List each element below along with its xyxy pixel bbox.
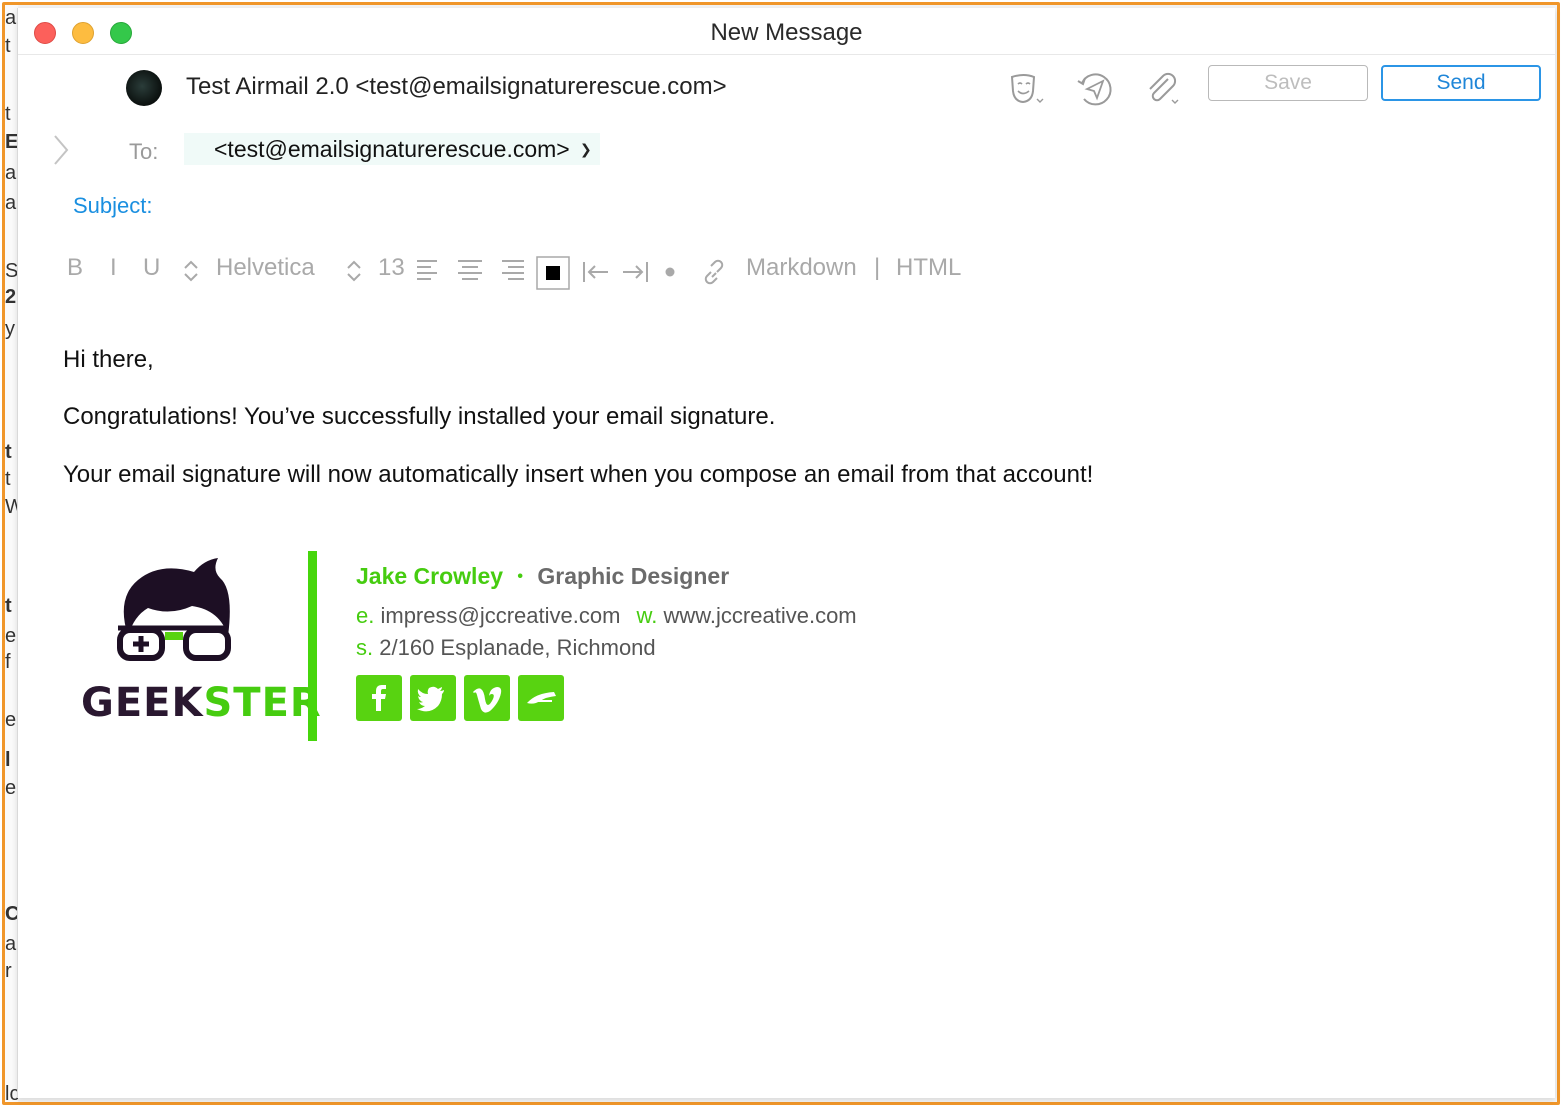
save-button[interactable]: Save [1208, 65, 1368, 101]
masks-icon[interactable] [1006, 69, 1046, 109]
html-toggle[interactable]: HTML [896, 254, 961, 282]
size-stepper-icon[interactable] [344, 258, 364, 284]
facebook-icon[interactable] [356, 675, 402, 721]
to-label: To: [129, 139, 159, 164]
from-account[interactable]: Test Airmail 2.0 <test@emailsignatureres… [186, 73, 727, 101]
signature-name-line: Jake Crowley • Graphic Designer [356, 563, 729, 590]
title-bar[interactable]: New Message [18, 8, 1555, 55]
chevron-down-icon[interactable]: ❯ [580, 133, 592, 165]
align-left-icon[interactable] [415, 258, 441, 282]
account-avatar[interactable] [126, 70, 162, 106]
signature-divider [308, 551, 317, 741]
underline-button[interactable]: U [143, 254, 160, 282]
send-later-icon[interactable] [1074, 69, 1114, 109]
signature-role: Graphic Designer [537, 563, 730, 589]
markdown-toggle[interactable]: Markdown [746, 254, 857, 282]
bullet-list-icon[interactable] [663, 265, 677, 279]
email-icon[interactable] [518, 675, 564, 721]
font-size-select[interactable]: 13 [378, 254, 405, 282]
signature-address: 2/160 Esplanade, Richmond [379, 635, 656, 660]
align-center-icon[interactable] [456, 258, 484, 282]
from-row: Test Airmail 2.0 <test@emailsignatureres… [18, 63, 1555, 121]
recipient-address: <test@emailsignaturerescue.com> [214, 136, 570, 162]
outdent-icon[interactable] [582, 260, 610, 284]
message-line[interactable]: Your email signature will now automatica… [63, 461, 1093, 489]
twitter-icon[interactable] [410, 675, 456, 721]
message-greeting[interactable]: Hi there, [63, 346, 154, 374]
signature-website[interactable]: www.jccreative.com [663, 603, 856, 628]
recipient-chip[interactable]: <test@emailsignaturerescue.com> ❯ [184, 133, 600, 165]
compose-window: New Message Test Airmail 2.0 <test@email… [17, 8, 1555, 1098]
subject-field[interactable]: Subject: [73, 193, 153, 219]
bullet-separator: • [517, 568, 524, 585]
link-icon[interactable] [699, 258, 727, 286]
attachment-icon[interactable] [1142, 69, 1182, 109]
text-color-icon[interactable] [536, 256, 570, 290]
signature-address-line: s. 2/160 Esplanade, Richmond [356, 635, 656, 660]
to-row: To: <test@emailsignaturerescue.com> ❯ [18, 128, 1555, 174]
signature-email[interactable]: impress@jccreative.com [380, 603, 620, 628]
indent-icon[interactable] [621, 260, 649, 284]
message-line[interactable]: Congratulations! You’ve successfully ins… [63, 403, 775, 431]
window-title: New Message [710, 19, 863, 46]
signature-name: Jake Crowley [356, 563, 504, 589]
mode-separator: | [874, 254, 881, 281]
italic-button[interactable]: I [110, 254, 117, 282]
font-stepper-icon[interactable] [181, 258, 201, 284]
chevron-right-icon[interactable] [51, 132, 71, 168]
bold-button[interactable]: B [67, 254, 83, 282]
geekster-logo-icon [117, 558, 231, 661]
align-right-icon[interactable] [500, 258, 526, 282]
logo-wordmark: GEEKSTER [81, 680, 322, 726]
email-signature: GEEKSTER Jake Crowley • Graphic Designer… [78, 548, 978, 748]
vimeo-icon[interactable] [464, 675, 510, 721]
font-family-select[interactable]: Helvetica [216, 254, 315, 282]
send-button[interactable]: Send [1381, 65, 1541, 101]
signature-contact-line: e. impress@jccreative.com w. www.jccreat… [356, 603, 857, 628]
